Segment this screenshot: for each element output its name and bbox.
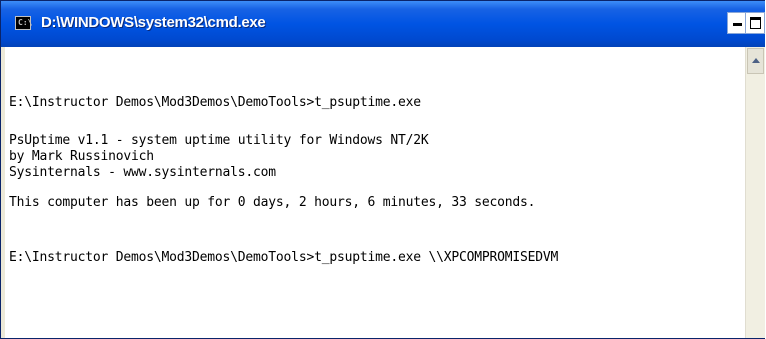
window-title: D:\WINDOWS\system32\cmd.exe bbox=[41, 14, 266, 31]
cmd-icon[interactable]: C:\ bbox=[15, 16, 32, 30]
console-line-website: Sysinternals - www.sysinternals.com bbox=[9, 165, 276, 180]
console-line-command-2: E:\Instructor Demos\Mod3Demos\DemoTools>… bbox=[9, 250, 559, 265]
console-output[interactable]: E:\Instructor Demos\Mod3Demos\DemoTools>… bbox=[1, 47, 745, 338]
console-line-tool-name: PsUptime v1.1 - system uptime utility fo… bbox=[9, 133, 429, 148]
minimize-button[interactable] bbox=[727, 12, 747, 34]
vertical-scrollbar[interactable] bbox=[745, 47, 765, 338]
scroll-up-button[interactable] bbox=[747, 48, 764, 74]
console-line-author: by Mark Russinovich bbox=[9, 149, 154, 164]
console-line-command-1: E:\Instructor Demos\Mod3Demos\DemoTools>… bbox=[9, 95, 421, 110]
console-line-uptime: This computer has been up for 0 days, 2 … bbox=[9, 195, 536, 210]
cmd-window: C:\ D:\WINDOWS\system32\cmd.exe E:\Instr… bbox=[0, 0, 765, 339]
minimize-icon bbox=[733, 23, 742, 26]
title-bar[interactable]: C:\ D:\WINDOWS\system32\cmd.exe bbox=[1, 1, 765, 47]
maximize-button[interactable] bbox=[745, 12, 765, 34]
maximize-icon bbox=[750, 17, 761, 29]
scroll-up-arrow-icon bbox=[752, 58, 760, 63]
